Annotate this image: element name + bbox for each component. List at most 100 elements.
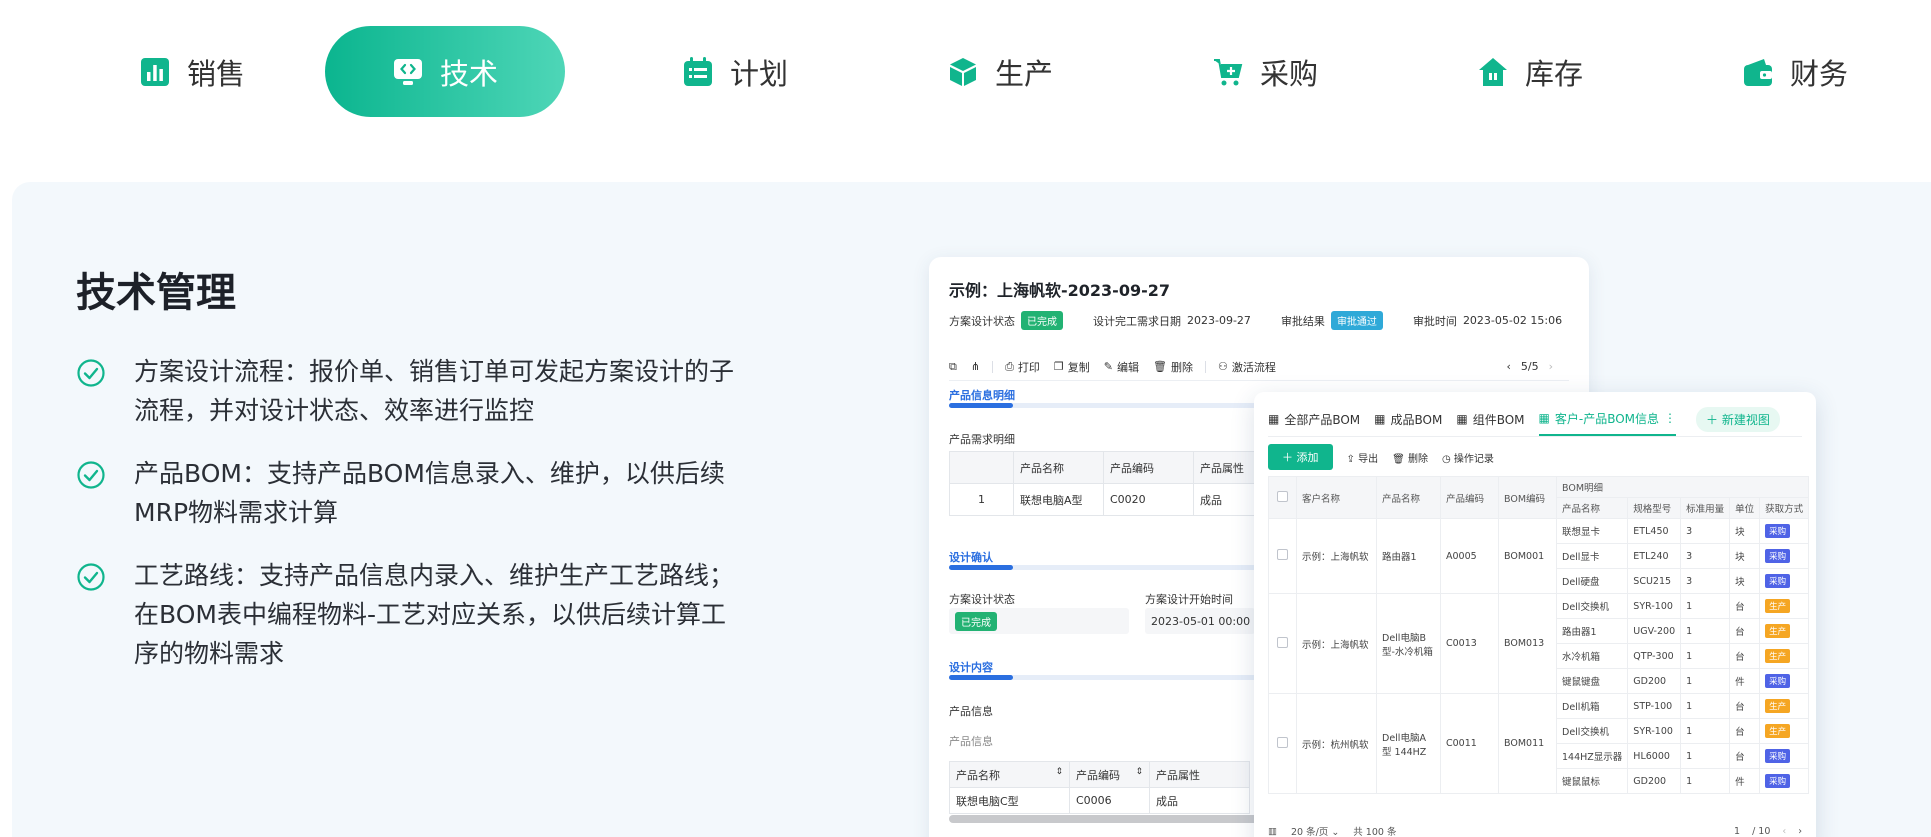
col-header[interactable]: 产品名称 ⇕ [949,761,1070,788]
table-row[interactable]: 示例：杭州帆软 Dell电脑A型 144HZ C0011 BOM011 Dell机箱 ST… [1268,693,1810,794]
chevron-right-icon[interactable]: › [1798,826,1802,837]
checkbox[interactable] [1277,549,1288,560]
table-row[interactable]: 联想电脑C型 C0006 成品 [949,787,1250,814]
columns-icon[interactable]: ▥ [1268,826,1277,837]
view-tab-customer[interactable]: ▦ 客户-产品BOM信息 ⋮ [1538,402,1677,436]
method-badge: 生产 [1765,624,1791,638]
bom-cell: BOM013 [1498,593,1557,694]
item-qty-cell: 1 [1680,593,1731,619]
edit-note-icon[interactable]: ⧉ [949,360,957,374]
new-view-button[interactable]: ＋ 新建视图 [1696,406,1780,432]
tab-label: 计划 [729,56,788,91]
section-title: 设计内容 [949,661,993,674]
method-badge: 采购 [1765,774,1791,788]
tab-label: 财务 [1789,56,1848,91]
table-row[interactable]: 示例：上海帆软 Dell电脑B型-水冷机箱 C0013 BOM013 Dell交换机 SY… [1268,593,1810,694]
cell: C0006 [1069,787,1150,814]
col-header: 产品名称 [1013,451,1104,484]
item-spec-cell: ETL450 [1627,518,1682,544]
checkbox[interactable] [1277,636,1288,648]
activate-flow-button[interactable]: ⚇ 激活流程 [1218,359,1276,375]
col-header: 产品编码 [1440,476,1499,519]
method-badge: 采购 [1765,749,1791,763]
check-circle-icon [77,563,105,591]
upload-icon: ⇪ [1346,453,1355,465]
pencil-icon: ✎ [1103,360,1113,373]
tab-sales[interactable]: 销售 [92,26,292,117]
code-cell: C0011 [1440,693,1499,794]
col-header: BOM编码 [1498,476,1557,519]
record-meta: 方案设计状态 已完成 设计完工需求日期 2023-09-27 审批结果 审批通过 审批… [949,311,1589,330]
activate-label: 激活流程 [1231,360,1276,374]
item-name-cell: Dell交换机 [1555,593,1629,619]
item-name-cell: 键鼠鼠标 [1555,768,1629,794]
demand-table: 产品名称 产品编码 产品属性 1 联想电脑A型 C0020 成品 [949,451,1264,516]
item-qty-cell: 1 [1680,618,1731,644]
demand-label: 产品需求明细 [949,433,1015,446]
tab-production[interactable]: 生产 [900,26,1100,117]
tab-label: 库存 [1524,56,1583,91]
cart-icon [1212,56,1244,88]
tab-label: 技术 [439,56,498,91]
export-button[interactable]: ⇪ 导出 [1347,450,1379,465]
tab-inventory[interactable]: 库存 [1430,26,1630,117]
item-name-cell: 键鼠键盘 [1555,668,1629,694]
bom-cell: BOM011 [1498,693,1557,794]
item-spec-cell: HL6000 [1627,743,1682,769]
row-checkbox[interactable] [1268,518,1297,594]
page-input[interactable]: 1 [1734,826,1740,837]
view-tab-all[interactable]: ▦ 全部产品BOM [1268,402,1360,436]
print-button[interactable]: ⎙ 打印 [1005,359,1040,375]
tab-label: 生产 [994,56,1053,91]
meta-value: 2023-05-02 15:06 [1462,314,1563,327]
tab-plan[interactable]: 计划 [635,26,835,117]
copy-button[interactable]: ❐ 复制 [1054,359,1090,375]
view-tab-component[interactable]: ▦ 组件BOM [1456,402,1524,436]
more-icon: ⋮ [1664,411,1677,425]
table-row[interactable]: 1 联想电脑A型 C0020 成品 [949,483,1264,516]
print-label: 打印 [1017,360,1040,374]
select-all[interactable] [1268,476,1297,519]
pager-text: 5/5 [1520,360,1539,373]
item-qty-cell: 3 [1680,568,1731,594]
table-row[interactable]: 示例：上海帆软 路由器1 A0005 BOM001 联想显卡 ETL450 3 块采购 [1268,518,1810,594]
item-name-cell: Dell交换机 [1555,718,1629,744]
item-qty-cell: 3 [1680,518,1731,544]
add-button[interactable]: ＋ 添加 [1268,444,1333,470]
col-header[interactable]: 产品编码 ⇕ [1069,761,1150,788]
start-time-field[interactable]: 2023-05-01 00:00 [1145,608,1255,634]
view-tab-finished[interactable]: ▦ 成品BOM [1374,402,1442,436]
tab-purchase[interactable]: 采购 [1165,26,1365,117]
tab-tech[interactable]: 技术 [325,26,565,117]
feature-text: 工艺路线：支持产品信息内录入、维护生产工艺路线；在BOM表中编程物料-工艺对应关… [134,561,735,668]
field-label: 方案设计开始时间 [1145,593,1233,606]
checkbox[interactable] [1277,736,1288,748]
share-icon[interactable]: ⋔ [971,360,980,373]
item-unit-cell: 台 [1729,718,1761,744]
bom-grid: 客户名称 产品名称 产品编码 BOM编码 BOM明细 产品名称 规格型号 标准用… [1268,476,1810,794]
code-cell: C0013 [1440,593,1499,694]
col-header: 产品名称 [1555,497,1629,519]
field-label: 方案设计状态 [949,593,1015,606]
chevron-left-icon[interactable]: ‹ [1782,826,1786,837]
product-info-sub: 产品信息 [949,735,993,748]
chevron-right-icon[interactable]: › [1549,360,1553,373]
log-button[interactable]: ◷ 操作记录 [1442,450,1494,465]
section-title: 产品信息明细 [949,389,1015,402]
feature-item: 产品BOM：支持产品BOM信息录入、维护，以供后续MRP物料需求计算 [76,454,756,532]
row-checkbox[interactable] [1268,593,1297,694]
item-qty-cell: 1 [1680,643,1731,669]
col-header: 产品属性 [1193,451,1264,484]
meta-label: 审批时间 [1412,314,1457,328]
page-size-select[interactable]: 20 条/页 ⌄ [1291,824,1339,837]
item-spec-cell: QTP-300 [1627,643,1682,669]
tab-finance[interactable]: 财务 [1695,26,1895,117]
row-checkbox[interactable] [1268,693,1297,794]
item-name-cell: 路由器1 [1555,618,1629,644]
section-title: 设计确认 [949,551,993,564]
delete-button[interactable]: 🗑 删除 [1392,450,1428,465]
edit-button[interactable]: ✎ 编辑 [1104,359,1139,375]
delete-button[interactable]: 🗑 删除 [1153,359,1193,375]
chevron-left-icon[interactable]: ‹ [1506,360,1510,373]
design-status-field[interactable]: 已完成 [949,608,1129,634]
